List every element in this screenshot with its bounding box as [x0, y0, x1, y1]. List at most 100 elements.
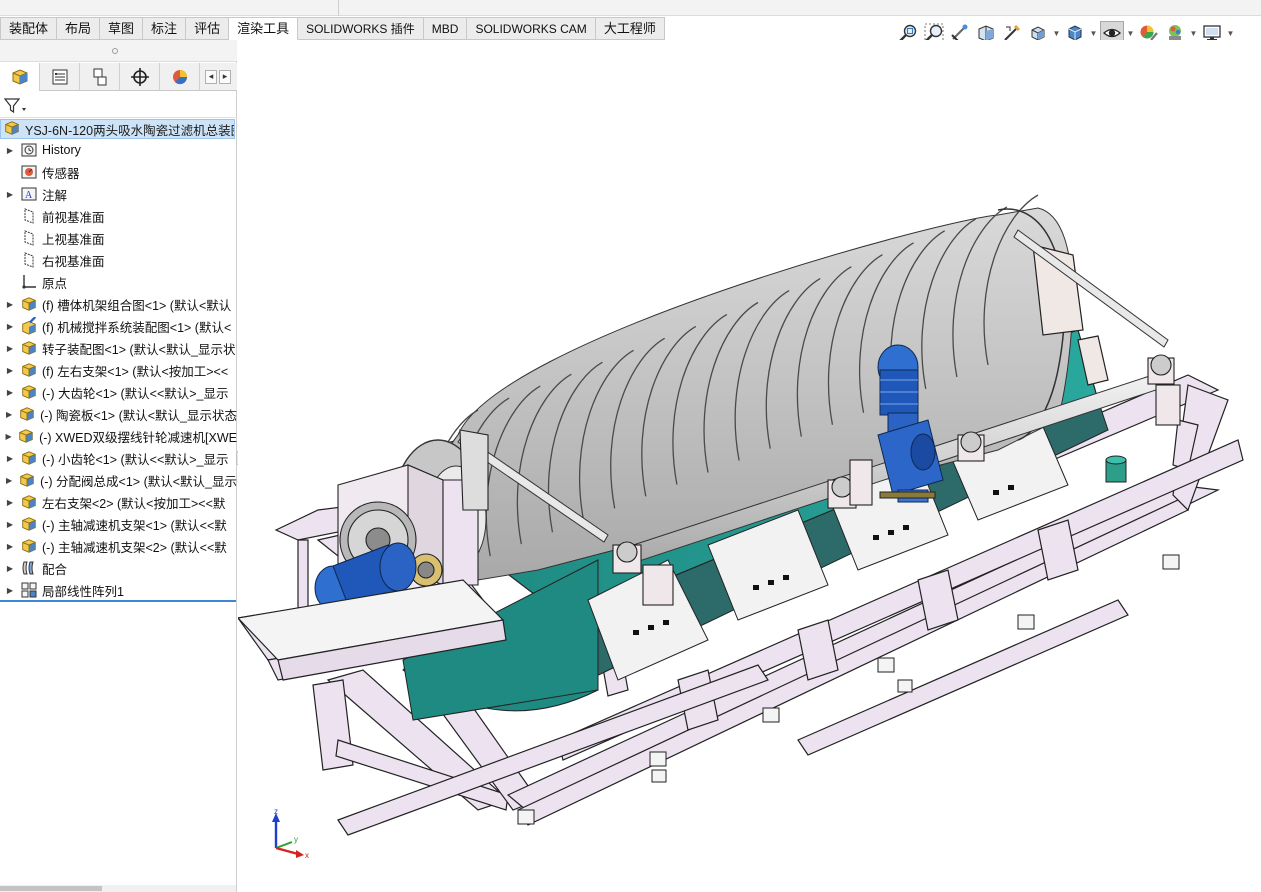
tree-item-label: (-) 主轴减速机支架<1> (默认<<默 — [42, 518, 227, 533]
expand-arrow-icon[interactable]: ▶ — [4, 586, 16, 595]
tree-item-label: 原点 — [42, 276, 68, 291]
propertymanager-icon[interactable] — [40, 63, 80, 91]
tree-item-label: 上视基准面 — [42, 232, 105, 247]
tree-item-label: (-) XWED双级摆线针轮减速机[XWE — [39, 430, 237, 445]
triad-y-label: y — [294, 835, 298, 844]
tree-item[interactable]: 原点 — [0, 271, 237, 293]
history-folder-icon — [20, 141, 38, 159]
panel-collapse-grip[interactable] — [0, 40, 237, 62]
tree-item-label: 局部线性阵列1 — [42, 584, 124, 599]
expand-arrow-icon[interactable]: ▶ — [4, 410, 14, 419]
filter-bar — [0, 92, 237, 118]
expand-arrow-icon[interactable]: ▶ — [4, 432, 13, 441]
assembly-icon — [20, 537, 38, 555]
expand-arrow-icon[interactable]: ▶ — [4, 190, 16, 199]
expand-arrow-icon[interactable]: ▶ — [4, 146, 16, 155]
expand-arrow-icon[interactable]: ▶ — [4, 564, 16, 573]
tree-item[interactable]: ▶ (-) 主轴减速机支架<2> (默认<<默 — [0, 535, 237, 557]
plane-icon — [20, 207, 38, 225]
tree-item-label: 左右支架<2> (默认<按加工><<默 — [42, 496, 226, 511]
assembly-icon — [20, 515, 38, 533]
tab-sketch[interactable]: 草图 — [100, 17, 144, 40]
configurationmanager-icon[interactable] — [80, 63, 120, 91]
tree-root-assembly[interactable]: YSJ-6N-120两头吸水陶瓷过滤机总装图 — [0, 119, 235, 139]
expand-arrow-icon[interactable]: ▶ — [4, 454, 16, 463]
tab-big-engineer[interactable]: 大工程师 — [595, 17, 665, 40]
expand-arrow-icon[interactable]: ▶ — [4, 498, 16, 507]
plane-icon — [20, 229, 38, 247]
tree-item-label: (f) 机械搅拌系统装配图<1> (默认< — [42, 320, 232, 335]
expand-arrow-icon[interactable]: ▶ — [4, 366, 16, 375]
expand-arrow-icon[interactable]: ▶ — [4, 520, 16, 529]
tree-item[interactable]: ▶ (-) 分配阀总成<1> (默认<默认_显示 — [0, 469, 237, 491]
tree-item[interactable]: 上视基准面 — [0, 227, 237, 249]
expand-arrow-icon[interactable]: ▶ — [4, 344, 16, 353]
tree-item[interactable]: ▶ (-) 陶瓷板<1> (默认<默认_显示状态 — [0, 403, 237, 425]
linear-pattern-icon — [20, 581, 38, 599]
tree-item-label: (-) 大齿轮<1> (默认<<默认>_显示 — [42, 386, 229, 401]
scroll-left-icon[interactable]: ◂ — [205, 69, 217, 84]
tab-mbd[interactable]: MBD — [423, 17, 468, 40]
assembly-icon — [20, 339, 38, 357]
filter-icon[interactable] — [3, 97, 29, 118]
tree-item-label: 转子装配图<1> (默认<默认_显示状 — [42, 342, 236, 357]
assembly-icon — [17, 427, 35, 445]
tab-solidworks-addins[interactable]: SOLIDWORKS 插件 — [298, 17, 424, 40]
tree-item-label: History — [42, 143, 81, 157]
panel-divider — [0, 600, 236, 602]
tab-layout[interactable]: 布局 — [57, 17, 101, 40]
plane-icon — [20, 251, 38, 269]
assembly-icon — [18, 471, 36, 489]
tree-item[interactable]: ▶ 局部线性阵列1 — [0, 579, 237, 601]
tree-item-label: 注解 — [42, 188, 68, 203]
svg-text:A: A — [25, 190, 33, 201]
tree-item-label: 前视基准面 — [42, 210, 105, 225]
tree-item[interactable]: ▶ (-) 大齿轮<1> (默认<<默认>_显示 — [0, 381, 237, 403]
tab-render-tools[interactable]: 渲染工具 — [229, 17, 299, 40]
expand-arrow-icon[interactable]: ▶ — [4, 300, 16, 309]
tree-item[interactable]: ▶ (-) XWED双级摆线针轮减速机[XWE — [0, 425, 237, 447]
expand-arrow-icon[interactable]: ▶ — [4, 322, 16, 331]
coordinate-triad: z y x — [268, 808, 314, 860]
tree-item[interactable]: ▶ (f) 左右支架<1> (默认<按加工><< — [0, 359, 237, 381]
tab-evaluate[interactable]: 评估 — [186, 17, 230, 40]
command-manager-tabs: 装配体 布局 草图 标注 评估 渲染工具 SOLIDWORKS 插件 MBD S… — [0, 17, 665, 40]
tree-item-label: (-) 主轴减速机支架<2> (默认<<默 — [42, 540, 227, 555]
assembly-icon — [20, 493, 38, 511]
horizontal-scrollbar[interactable] — [0, 885, 236, 892]
dimxpertmanager-icon[interactable] — [120, 63, 160, 91]
tree-root-label: YSJ-6N-120两头吸水陶瓷过滤机总装图 — [25, 123, 234, 138]
manager-tab-scroll: ◂ ▸ — [200, 63, 236, 90]
displaymanager-icon[interactable] — [160, 63, 200, 91]
mates-icon — [20, 559, 38, 577]
tree-item-label: (f) 槽体机架组合图<1> (默认<默认 — [42, 298, 232, 313]
graphics-viewport[interactable]: z y x — [238, 40, 1261, 892]
expand-arrow-icon[interactable]: ▶ — [4, 542, 16, 551]
assembly-pencil-icon — [20, 317, 38, 335]
origin-icon — [20, 273, 38, 291]
scroll-right-icon[interactable]: ▸ — [219, 69, 231, 84]
triad-x-label: x — [305, 851, 309, 860]
tree-item[interactable]: 传感器 — [0, 161, 237, 183]
tree-item[interactable]: 前视基准面 — [0, 205, 237, 227]
tree-item[interactable]: 右视基准面 — [0, 249, 237, 271]
tree-item[interactable]: ▶ 转子装配图<1> (默认<默认_显示状 — [0, 337, 237, 359]
assembly-icon — [20, 383, 38, 401]
expand-arrow-icon[interactable]: ▶ — [4, 476, 14, 485]
assembly-icon — [18, 405, 36, 423]
expand-arrow-icon[interactable]: ▶ — [4, 388, 16, 397]
tree-item[interactable]: ▶ (-) 小齿轮<1> (默认<<默认>_显示 — [0, 447, 237, 469]
tree-item[interactable]: ▶ A 注解 — [0, 183, 237, 205]
tab-markup[interactable]: 标注 — [143, 17, 187, 40]
featuremanager-icon[interactable] — [0, 63, 40, 91]
tree-item[interactable]: ▶ 左右支架<2> (默认<按加工><<默 — [0, 491, 237, 513]
featuremanager-panel: ◂ ▸ YSJ-6N-120两头吸水陶瓷过滤机总装图 ▶ History 传感器 ▶ A 注… — [0, 40, 237, 892]
tab-assembly[interactable]: 装配体 — [0, 17, 58, 40]
tree-item[interactable]: ▶ (f) 机械搅拌系统装配图<1> (默认< — [0, 315, 237, 337]
assembly-icon — [20, 449, 38, 467]
tree-item[interactable]: ▶ History — [0, 139, 237, 161]
tree-item[interactable]: ▶ (f) 槽体机架组合图<1> (默认<默认 — [0, 293, 237, 315]
tree-item[interactable]: ▶ 配合 — [0, 557, 237, 579]
tab-solidworks-cam[interactable]: SOLIDWORKS CAM — [467, 17, 596, 40]
tree-item[interactable]: ▶ (-) 主轴减速机支架<1> (默认<<默 — [0, 513, 237, 535]
